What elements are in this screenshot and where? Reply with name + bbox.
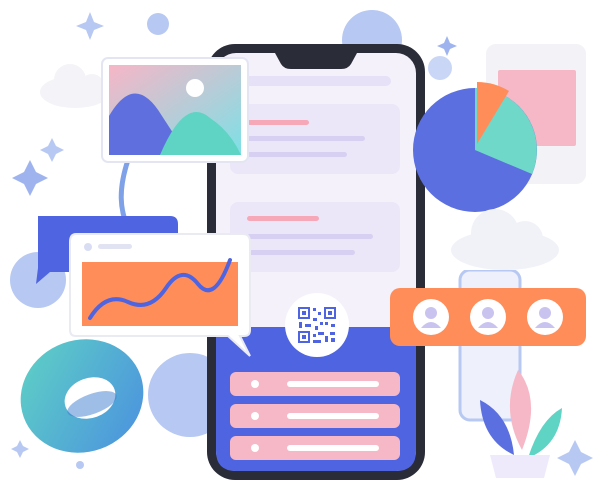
list-card: [230, 104, 400, 174]
sparkle-icon: [40, 138, 64, 162]
user-avatars: [390, 288, 586, 346]
user-icon: [413, 299, 449, 335]
plant-icon: [480, 370, 562, 478]
landscape-image-icon: [101, 57, 249, 163]
background-circle: [147, 13, 169, 35]
cloud-icon: [451, 209, 559, 270]
list-row: [230, 372, 400, 396]
list-row: [230, 436, 400, 460]
user-icon: [470, 299, 506, 335]
sparkle-icon: [76, 12, 104, 40]
background-circle: [428, 56, 452, 80]
qr-code-icon: [285, 293, 349, 357]
user-icon: [527, 299, 563, 335]
sparkle-icon: [12, 160, 48, 196]
list-card: [230, 202, 400, 272]
list-row: [230, 404, 400, 428]
ring-icon: [20, 339, 144, 453]
sparkle-icon: [437, 36, 457, 56]
